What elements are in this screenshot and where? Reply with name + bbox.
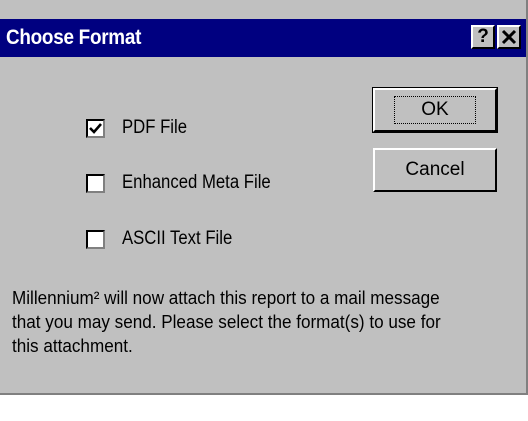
pdf-file-checkbox[interactable]: [86, 118, 105, 138]
dialog-title: Choose Format: [6, 26, 142, 49]
title-bar[interactable]: Choose Format ?: [0, 19, 526, 57]
ok-button[interactable]: OK: [372, 87, 498, 133]
choose-format-dialog: Choose Format ? PDF File Enhanced Meta F…: [0, 0, 528, 395]
ascii-text-file-label: ASCII Text File: [122, 228, 233, 249]
close-button[interactable]: [497, 25, 521, 49]
enhanced-meta-file-label: Enhanced Meta File: [122, 172, 271, 193]
ok-button-label: OK: [394, 96, 476, 124]
cancel-button[interactable]: Cancel: [373, 148, 497, 192]
pdf-file-label: PDF File: [122, 117, 188, 138]
close-icon: [501, 29, 517, 45]
instruction-message: Millennium² will now attach this report …: [12, 288, 441, 356]
option-enhanced-meta-file[interactable]: Enhanced Meta File: [86, 168, 291, 198]
option-pdf-file[interactable]: PDF File: [86, 113, 196, 143]
checkmark-icon: [89, 122, 102, 134]
option-ascii-text-file[interactable]: ASCII Text File: [86, 224, 247, 254]
enhanced-meta-file-checkbox[interactable]: [86, 173, 105, 193]
help-button[interactable]: ?: [471, 25, 495, 49]
ascii-text-file-checkbox[interactable]: [86, 229, 105, 249]
